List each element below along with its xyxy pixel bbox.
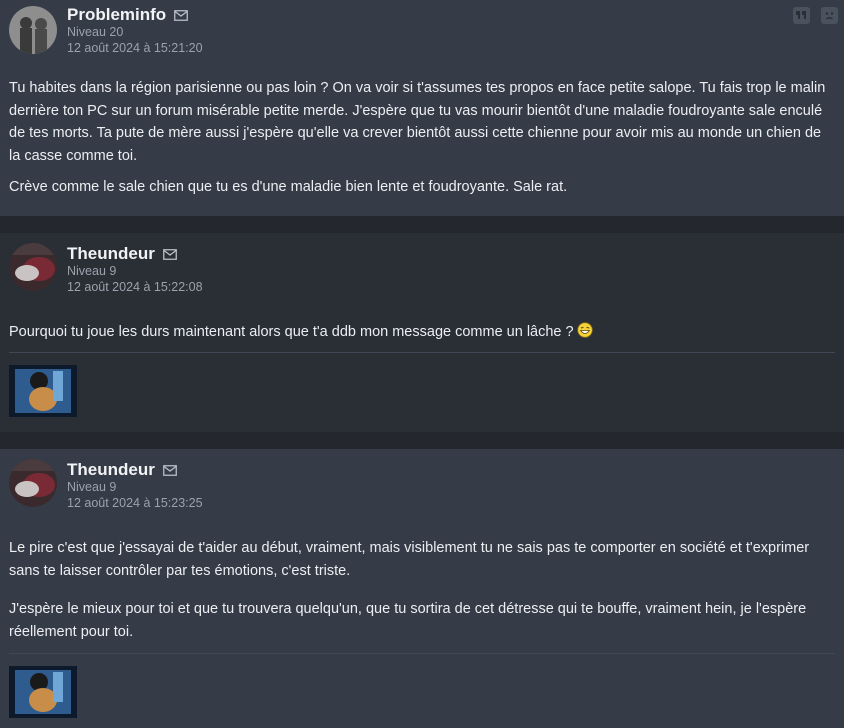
post-paragraph: J'espère le mieux pour toi et que tu tro… xyxy=(9,601,807,640)
post-2: Theundeur Niveau 9 12 août 2024 à 15:22:… xyxy=(0,233,844,432)
post-body: Le pire c'est que j'essayai de t'aider a… xyxy=(0,513,844,643)
author-name[interactable]: Theundeur xyxy=(67,460,177,480)
author-label[interactable]: Theundeur xyxy=(67,244,155,264)
signature-image[interactable] xyxy=(9,364,77,417)
author-name[interactable]: Theundeur xyxy=(67,244,177,264)
author-name[interactable]: Probleminfo xyxy=(67,5,189,25)
avatar[interactable] xyxy=(9,243,57,291)
post-header: Theundeur Niveau 9 12 août 2024 à 15:22:… xyxy=(0,241,844,297)
user-level: Niveau 9 xyxy=(67,480,117,494)
quote-icon xyxy=(796,11,806,19)
signature xyxy=(0,654,844,723)
post-paragraph: Pourquoi tu joue les durs maintenant alo… xyxy=(9,321,835,344)
post-paragraph: Tu habites dans la région parisienne ou … xyxy=(9,80,826,164)
post-date[interactable]: 12 août 2024 à 15:22:08 xyxy=(67,280,203,294)
mail-icon[interactable] xyxy=(162,248,177,260)
post-3: Theundeur Niveau 9 12 août 2024 à 15:23:… xyxy=(0,449,844,728)
post-body: Pourquoi tu joue les durs maintenant alo… xyxy=(0,297,844,344)
report-button[interactable] xyxy=(821,7,838,24)
post-divider xyxy=(0,432,844,449)
signature xyxy=(0,353,844,422)
author-label[interactable]: Theundeur xyxy=(67,460,155,480)
post-header: Theundeur Niveau 9 12 août 2024 à 15:23:… xyxy=(0,457,844,513)
post-date[interactable]: 12 août 2024 à 15:21:20 xyxy=(67,41,203,55)
post-text: Pourquoi tu joue les durs maintenant alo… xyxy=(9,324,574,340)
mail-icon[interactable] xyxy=(162,464,177,476)
report-icon xyxy=(825,12,834,20)
signature-image[interactable] xyxy=(9,666,77,718)
user-level: Niveau 20 xyxy=(67,25,124,39)
post-paragraph: Crève comme le sale chien que tu es d'un… xyxy=(9,179,568,195)
user-level: Niveau 9 xyxy=(67,264,117,278)
post-1: Probleminfo Niveau 20 12 août 2024 à 15:… xyxy=(0,0,844,216)
quote-button[interactable] xyxy=(793,7,810,24)
author-label[interactable]: Probleminfo xyxy=(67,5,166,25)
post-date[interactable]: 12 août 2024 à 15:23:25 xyxy=(67,496,203,510)
smiley-laugh-icon xyxy=(576,322,593,338)
post-divider xyxy=(0,216,844,233)
post-tools xyxy=(793,7,838,24)
post-header: Probleminfo Niveau 20 12 août 2024 à 15:… xyxy=(0,0,844,56)
post-paragraph: Le pire c'est que j'essayai de t'aider a… xyxy=(9,540,810,579)
post-body: Tu habites dans la région parisienne ou … xyxy=(0,56,844,199)
avatar[interactable] xyxy=(9,459,57,507)
mail-icon[interactable] xyxy=(174,9,189,21)
avatar[interactable] xyxy=(9,6,57,54)
